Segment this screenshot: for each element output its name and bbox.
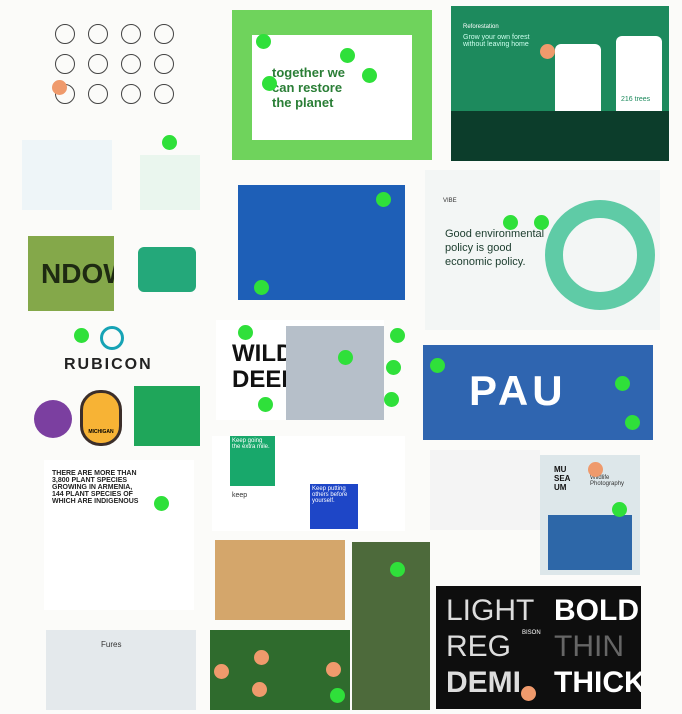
circle-icon [88,24,108,44]
marker-dot[interactable] [521,686,536,701]
marker-dot[interactable] [214,664,229,679]
hiker-illustration [22,140,112,210]
fures-text: Fures [101,640,122,649]
keep-card: Keep going the extra mile. Keep putting … [212,436,405,531]
armenia-card: THERE ARE MORE THAN 3,800 PLANT SPECIES … [44,460,194,610]
reforest-title: Reforestation [463,24,499,30]
keep-text-a: Keep going the extra mile. [232,438,270,450]
marker-dot[interactable] [258,397,273,412]
marker-dot[interactable] [540,44,555,59]
marker-dot[interactable] [612,502,627,517]
policy-line3: economic policy. [445,256,526,268]
marker-dot[interactable] [154,496,169,511]
type-bold: BOLD [554,594,639,627]
policy-line1: Good environmental [445,228,545,240]
circle-icon [121,24,141,44]
armenia-text: THERE ARE MORE THAN 3,800 PLANT SPECIES … [52,470,139,505]
marker-dot[interactable] [162,135,177,150]
bison-label: BISON [522,630,541,636]
marker-dot[interactable] [74,328,89,343]
reforest-figure: 216 trees [621,96,651,103]
circle-icon [121,84,141,104]
type-thin: THIN [554,630,624,663]
circle-icon [88,84,108,104]
type-reg: REG [446,630,512,663]
keep-text-b: Keep putting others before yourself. [312,486,348,504]
type-light: LIGHT [446,594,535,627]
leaf-icon [154,84,174,104]
marker-dot[interactable] [386,360,401,375]
marker-dot[interactable] [503,215,518,230]
marker-dot[interactable] [238,325,253,340]
tree-badge [134,386,200,446]
rubicon-text: RUBICON [64,356,153,373]
circle-icon [154,24,174,44]
stationery-photo: Fures [46,630,196,710]
type-thick: THICK [554,666,641,699]
policy-card: VIBE Good environmental policy is good e… [425,170,660,330]
policy-brand: VIBE [443,198,457,204]
wood-photo [215,540,345,620]
pau-text: PAU [469,367,567,414]
marker-dot[interactable] [376,192,391,207]
ocean-photo [548,515,632,570]
marker-dot[interactable] [52,80,67,95]
circle-icon [154,54,174,74]
marker-dot[interactable] [534,215,549,230]
marker-dot[interactable] [338,350,353,365]
marker-dot[interactable] [430,358,445,373]
icon-set [55,24,185,104]
circle-icon [55,24,75,44]
reforest-card: Reforestation Grow your own forest witho… [451,6,669,161]
marker-dot[interactable] [340,48,355,63]
marker-dot[interactable] [384,392,399,407]
plant-logo [138,247,196,292]
circle-icon [121,54,141,74]
wild-text: WILD [232,340,294,367]
icon-sheet [430,450,540,530]
photo-letters: MU SEA UM [554,465,571,492]
michigan-badge: MICHIGAN [80,390,122,446]
deer-photo [286,326,384,420]
marker-dot[interactable] [254,280,269,295]
marker-dot[interactable] [390,562,405,577]
type-demi: DEMI [446,666,521,699]
marker-dot[interactable] [588,462,603,477]
marker-dot[interactable] [330,688,345,703]
marker-dot[interactable] [252,682,267,697]
forest-silhouette [451,111,669,161]
typeface-card: LIGHT REG DEMI BOLD THIN THICK BISON [436,586,641,709]
ndow-text: NDOW [41,257,114,289]
marker-dot[interactable] [625,415,640,430]
marker-dot[interactable] [262,76,277,91]
marker-dot[interactable] [615,376,630,391]
marker-dot[interactable] [254,650,269,665]
marker-dot[interactable] [326,662,341,677]
policy-ring [545,200,655,310]
circle-icon [88,54,108,74]
ndow-logo: NDOW [28,236,114,311]
circle-icon [55,54,75,74]
pau-card: PAU [423,345,653,440]
keep-label: keep [232,492,248,499]
bird-badge [34,400,72,438]
rubicon-logo [100,326,124,350]
restore-headline: together we can restore the planet [272,65,345,110]
policy-line2: policy is good [445,242,512,254]
marker-dot[interactable] [256,34,271,49]
marker-dot[interactable] [390,328,405,343]
group-illustration [140,155,200,210]
marker-dot[interactable] [362,68,377,83]
reforest-subtitle: Grow your own forest without leaving hom… [463,34,530,48]
michigan-text: MICHIGAN [88,429,114,435]
